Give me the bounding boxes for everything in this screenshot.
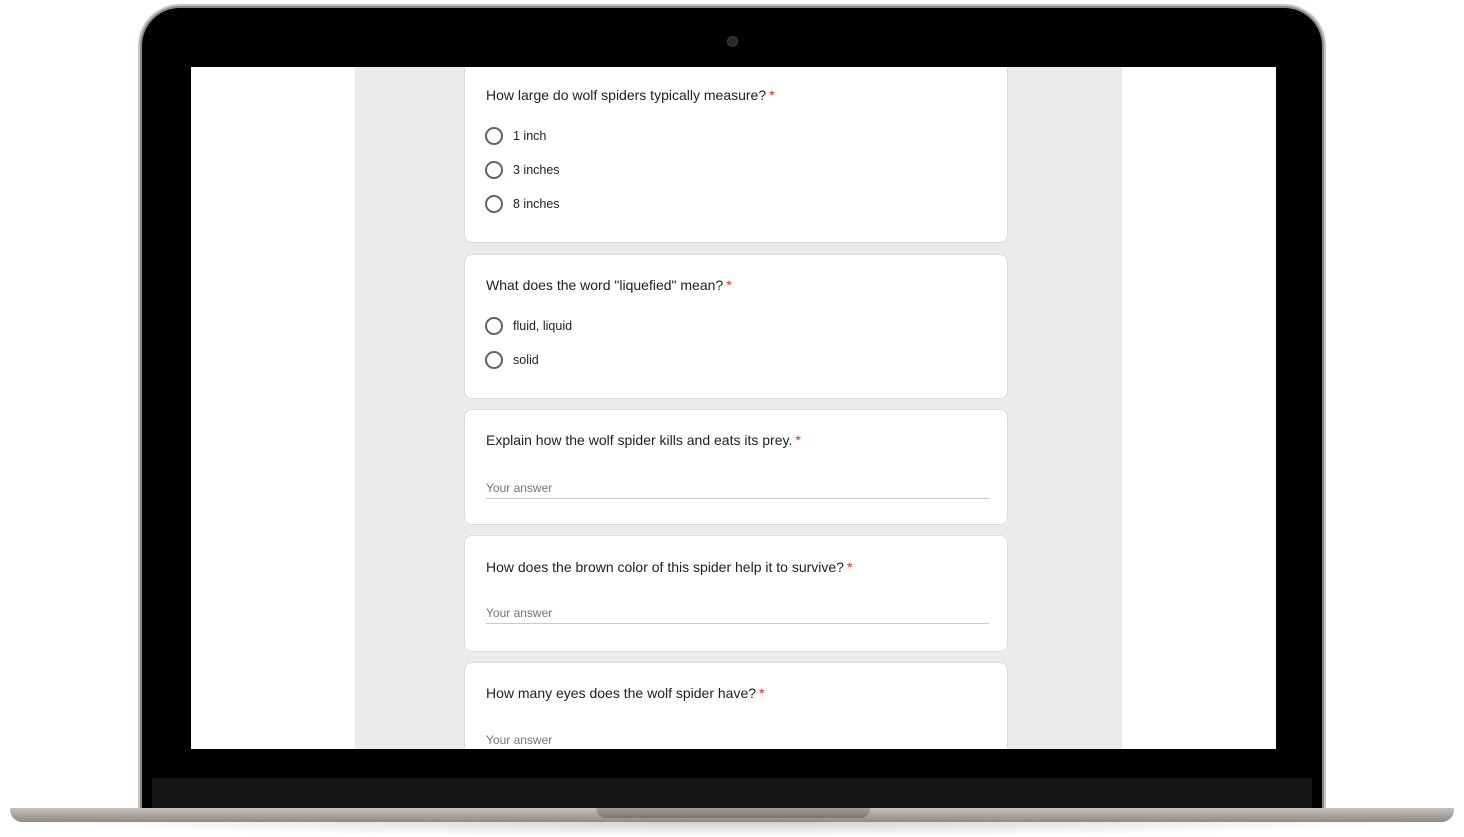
question-title: What does the word "liquefied" mean? * [486,277,732,293]
question-card-eyes: How many eyes does the wolf spider have?… [464,662,1008,749]
webcam-icon [727,36,738,47]
radio-button[interactable] [485,317,503,335]
radio-option-label: 8 inches [513,197,560,211]
radio-option-label: 1 inch [513,129,547,143]
screen: How large do wolf spiders typically meas… [191,67,1276,749]
question-title: Explain how the wolf spider kills and ea… [486,432,801,448]
answer-input[interactable] [486,603,989,624]
radio-option-3-inches[interactable]: 3 inches [485,160,560,180]
radio-button[interactable] [485,161,503,179]
radio-option-label: solid [513,353,539,367]
required-asterisk: * [769,87,775,103]
radio-option-fluid-liquid[interactable]: fluid, liquid [485,316,572,336]
radio-button[interactable] [485,127,503,145]
question-title: How does the brown color of this spider … [486,559,853,575]
required-asterisk: * [795,432,801,448]
radio-option-1-inch[interactable]: 1 inch [485,126,546,146]
radio-button[interactable] [485,351,503,369]
question-card-brown-color: How does the brown color of this spider … [464,535,1008,652]
question-title: How large do wolf spiders typically meas… [486,87,775,103]
radio-option-solid[interactable]: solid [485,350,539,370]
required-asterisk: * [759,685,765,701]
radio-option-8-inches[interactable]: 8 inches [485,194,560,214]
question-card-size: How large do wolf spiders typically meas… [464,67,1008,243]
laptop-shadow [30,822,1434,837]
radio-button[interactable] [485,195,503,213]
laptop-hinge-notch [596,808,870,818]
radio-option-label: fluid, liquid [513,319,573,333]
question-card-liquefied: What does the word "liquefied" mean? * fl… [464,254,1008,399]
question-card-kills-prey: Explain how the wolf spider kills and ea… [464,409,1008,525]
question-title: How many eyes does the wolf spider have?… [486,685,765,701]
laptop-bottom-bezel [152,778,1312,808]
radio-option-label: 3 inches [513,163,560,177]
required-asterisk: * [846,559,853,575]
answer-input[interactable] [486,730,989,749]
answer-input[interactable] [486,478,989,499]
required-asterisk: * [726,277,732,293]
